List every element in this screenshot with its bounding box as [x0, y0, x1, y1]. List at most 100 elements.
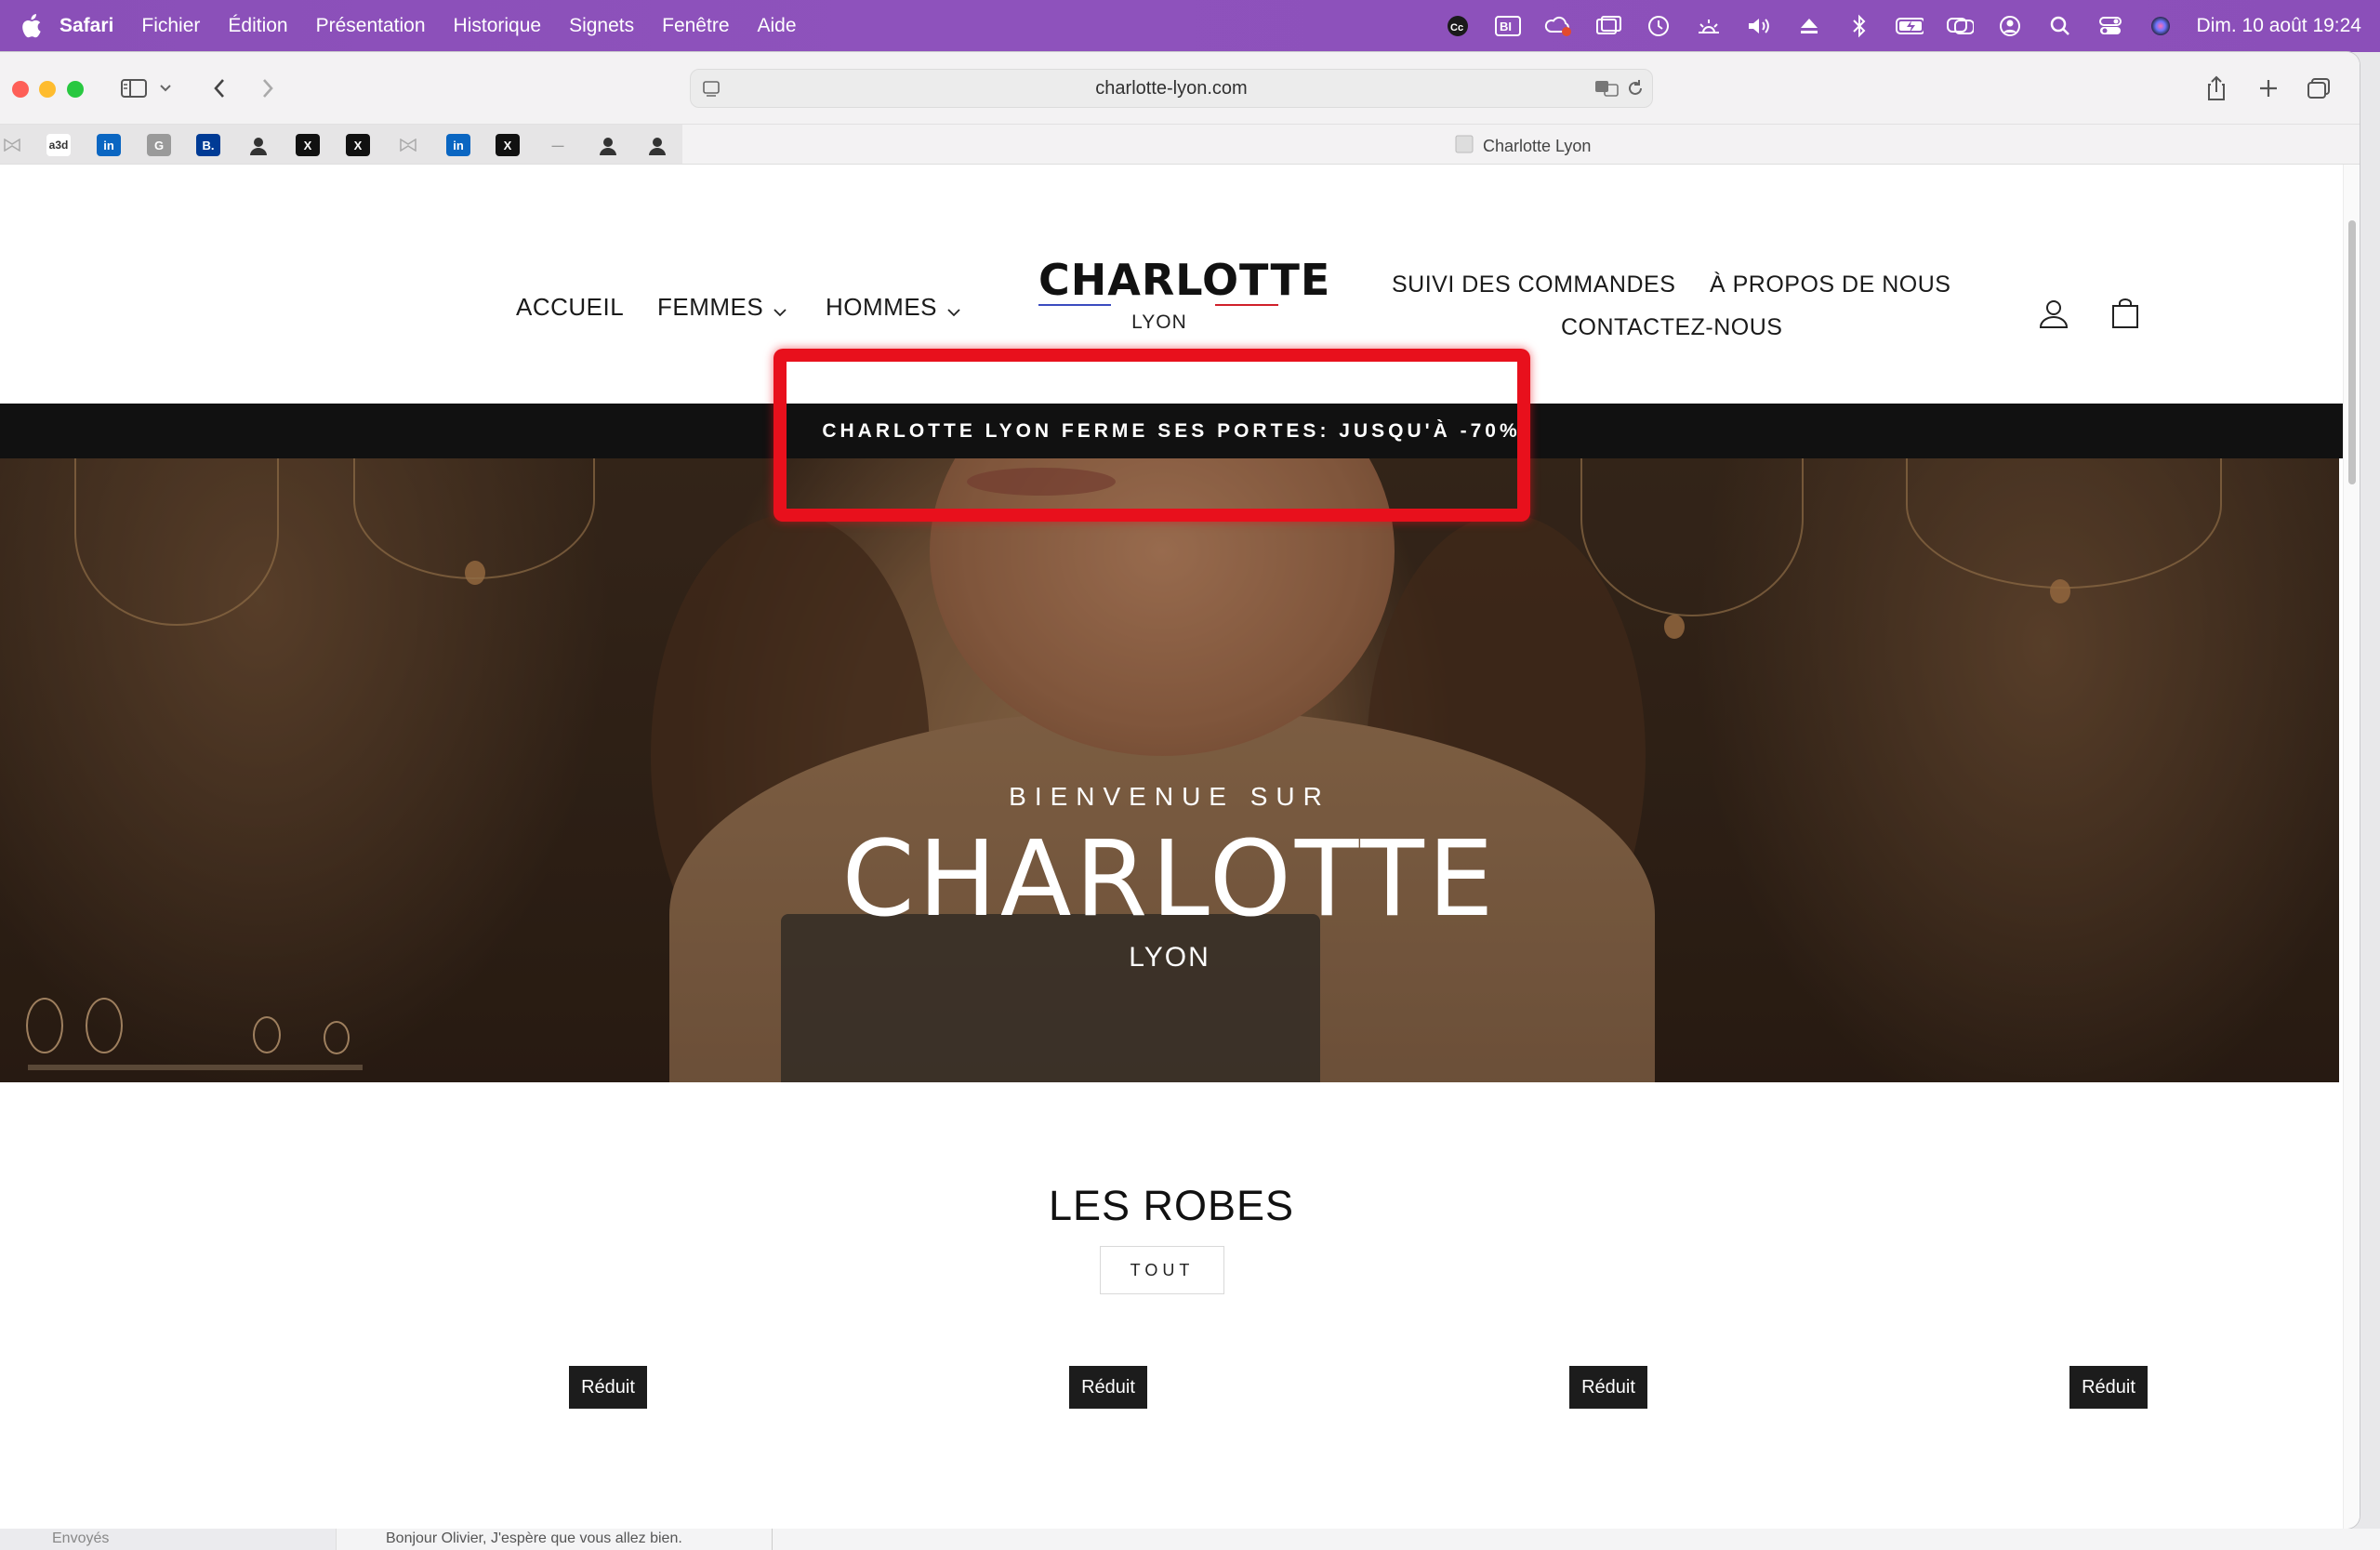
screen-mirroring-icon[interactable] [1946, 12, 1974, 40]
nav-a-propos[interactable]: À PROPOS DE NOUS [1710, 272, 1950, 298]
svg-text:Cc: Cc [1450, 22, 1463, 33]
share-icon[interactable] [2200, 73, 2233, 104]
page-scrollbar[interactable] [2343, 165, 2360, 1529]
chevron-down-icon [773, 295, 787, 324]
nav-accueil[interactable]: ACCUEIL [516, 293, 624, 322]
reading-icon[interactable] [0, 134, 24, 156]
dash-icon[interactable]: — [546, 134, 570, 156]
hero-overlay [0, 458, 2339, 1082]
apple-icon[interactable] [20, 14, 43, 38]
section-title: LES ROBES [1048, 1182, 1295, 1229]
nav-suivi-commandes[interactable]: SUIVI DES COMMANDES [1392, 272, 1675, 298]
nav-hommes-label: HOMMES [826, 293, 937, 321]
sidebar-icon[interactable] [117, 73, 151, 104]
chevron-down-icon[interactable] [156, 73, 175, 104]
active-tab[interactable]: Charlotte Lyon [1455, 135, 1591, 158]
bluetooth-icon[interactable] [1845, 12, 1873, 40]
tab-overview-icon[interactable] [2302, 73, 2335, 104]
favicon-icon [1455, 135, 1474, 158]
booking-icon[interactable]: B. [196, 134, 220, 156]
volume-icon[interactable] [1745, 12, 1773, 40]
control-center-icon[interactable] [2096, 12, 2124, 40]
reading-icon[interactable] [396, 134, 420, 156]
logo-underline-red [1215, 304, 1278, 306]
battery-icon[interactable] [1895, 12, 1924, 40]
mail-sidebar [0, 1529, 337, 1550]
mail-preview-text[interactable]: Bonjour Olivier, J'espère que vous allez… [386, 1530, 682, 1547]
site-header: ACCUEIL FEMMES HOMMES CHARLOTTE LYON SUI… [0, 165, 2343, 349]
tab-title: Charlotte Lyon [1483, 137, 1592, 155]
nav-hommes[interactable]: HOMMES [826, 293, 961, 324]
tab-bar: a3d in G B. X X in X — Charlotte Lyon [0, 125, 2360, 165]
forward-button[interactable] [251, 73, 284, 104]
hero-subtitle: LYON [1129, 942, 1210, 973]
new-tab-icon[interactable] [2252, 73, 2285, 104]
account-icon[interactable] [2035, 295, 2072, 332]
linkedin-icon[interactable]: in [97, 134, 121, 156]
creative-cloud-icon[interactable] [1544, 12, 1572, 40]
close-window-button[interactable] [12, 81, 29, 98]
mail-divider [772, 1529, 773, 1550]
siri-icon[interactable] [2147, 12, 2175, 40]
bi-icon[interactable]: BI [1494, 12, 1522, 40]
browser-toolbar: charlotte-lyon.com [0, 52, 2360, 125]
menu-historique[interactable]: Historique [454, 15, 542, 37]
hero-title: CHARLOTTE [841, 819, 1498, 940]
person-icon[interactable] [596, 134, 620, 156]
hero-welcome: BIENVENUE SUR [1009, 782, 1330, 811]
logo-underline-blue [1038, 304, 1111, 306]
user-icon[interactable] [1996, 12, 2024, 40]
a3d-icon[interactable]: a3d [46, 134, 71, 156]
chevron-down-icon [946, 295, 961, 324]
translate-icon[interactable] [1594, 79, 1620, 102]
nav-femmes[interactable]: FEMMES [657, 293, 787, 324]
logo-city: LYON [1131, 311, 1187, 333]
zoom-window-button[interactable] [67, 81, 84, 98]
sale-badge: Réduit [1069, 1366, 1147, 1409]
menu-fichier[interactable]: Fichier [141, 15, 200, 37]
mail-sent-label[interactable]: Envoyés [52, 1530, 109, 1547]
sale-badge: Réduit [569, 1366, 647, 1409]
cc-icon[interactable]: Cc [1444, 12, 1472, 40]
brightness-icon[interactable] [1695, 12, 1723, 40]
person-icon[interactable] [246, 134, 271, 156]
search-icon[interactable] [2046, 12, 2074, 40]
time-machine-icon[interactable] [1645, 12, 1673, 40]
scrollbar-thumb[interactable] [2348, 220, 2356, 484]
cart-bag-icon[interactable] [2107, 295, 2144, 332]
person-icon[interactable] [645, 134, 669, 156]
announcement-text: CHARLOTTE LYON FERME SES PORTES: JUSQU'À… [822, 420, 1521, 442]
menu-edition[interactable]: Édition [228, 15, 287, 37]
x-icon[interactable]: X [296, 134, 320, 156]
url-text[interactable]: charlotte-lyon.com [691, 78, 1652, 99]
g-icon[interactable]: G [147, 134, 171, 156]
x-icon[interactable]: X [496, 134, 520, 156]
pinned-tabs: a3d in G B. X X in X — [0, 125, 682, 164]
logo-name: CHARLOTTE [1038, 255, 1331, 305]
minimize-window-button[interactable] [39, 81, 56, 98]
safari-window: charlotte-lyon.com a3d in G B. X X in X … [0, 52, 2360, 1529]
web-page: ACCUEIL FEMMES HOMMES CHARLOTTE LYON SUI… [0, 165, 2343, 1529]
menu-presentation[interactable]: Présentation [316, 15, 426, 37]
eject-icon[interactable] [1795, 12, 1823, 40]
address-bar[interactable]: charlotte-lyon.com [690, 69, 1653, 108]
back-button[interactable] [203, 73, 236, 104]
linkedin-icon[interactable]: in [446, 134, 470, 156]
site-logo[interactable]: CHARLOTTE LYON [1038, 255, 1331, 334]
menu-signets[interactable]: Signets [569, 15, 634, 37]
nav-contact[interactable]: CONTACTEZ-NOUS [1561, 314, 1782, 341]
sale-badge: Réduit [2069, 1366, 2148, 1409]
macos-menubar: Safari Fichier Édition Présentation Hist… [0, 0, 2380, 52]
x-icon[interactable]: X [346, 134, 370, 156]
reload-icon[interactable] [1626, 78, 1645, 103]
menu-fenetre[interactable]: Fenêtre [662, 15, 729, 37]
menubar-clock[interactable]: Dim. 10 août 19:24 [2197, 15, 2361, 37]
view-all-button[interactable]: TOUT [1100, 1246, 1224, 1294]
window-icon[interactable] [1594, 12, 1622, 40]
menu-safari[interactable]: Safari [60, 15, 113, 37]
menu-aide[interactable]: Aide [758, 15, 797, 37]
announcement-bar[interactable]: CHARLOTTE LYON FERME SES PORTES: JUSQU'À… [0, 404, 2343, 458]
svg-text:BI: BI [1500, 20, 1512, 33]
nav-femmes-label: FEMMES [657, 293, 764, 321]
sale-badge: Réduit [1569, 1366, 1647, 1409]
